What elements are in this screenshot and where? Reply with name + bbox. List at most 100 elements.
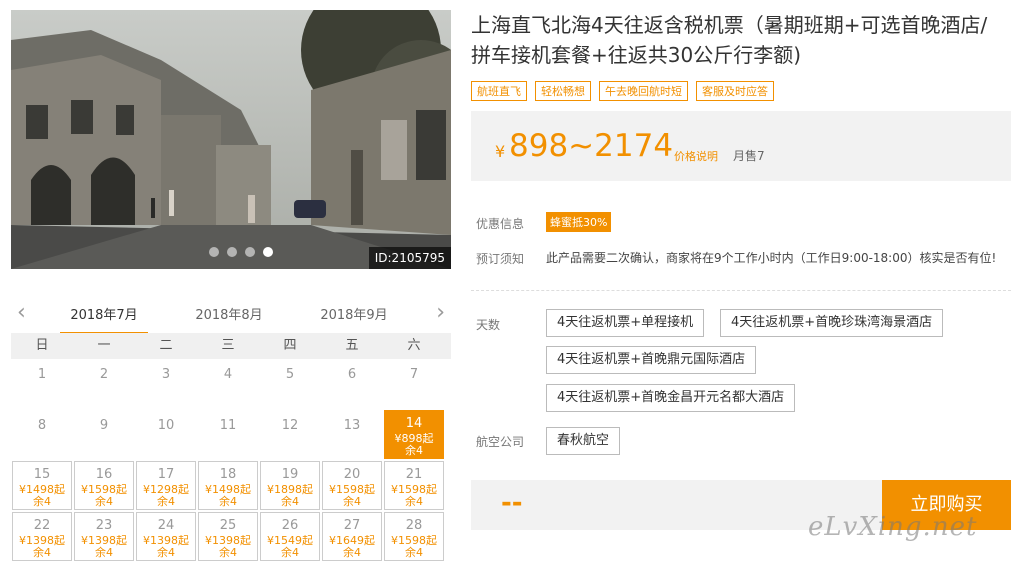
- day-number: 22: [33, 518, 51, 533]
- day-number: 7: [409, 367, 419, 382]
- chevron-right-icon[interactable]: ›: [436, 300, 445, 325]
- calendar: 日 一 二 三 四 五 六 1 2 3 4 5 6 7 8 9 10 11 12…: [11, 333, 451, 563]
- package-option[interactable]: 4天往返机票+首晚鼎元国际酒店: [546, 346, 757, 374]
- day-number: 3: [161, 367, 171, 382]
- weekday-label: 三: [221, 338, 235, 353]
- calendar-day: 1: [11, 359, 73, 410]
- calendar-day-available[interactable]: 25 ¥1398起 余4: [198, 512, 258, 561]
- day-remaining: 余4: [95, 495, 113, 508]
- calendar-day-available[interactable]: 28 ¥1598起 余4: [384, 512, 444, 561]
- tab-month-august[interactable]: 2018年8月: [183, 304, 275, 323]
- calendar-day: 13: [321, 410, 383, 461]
- currency-symbol: ¥: [495, 142, 506, 161]
- calendar-day-available[interactable]: 24 ¥1398起 余4: [136, 512, 196, 561]
- weekday-label: 四: [283, 338, 297, 353]
- day-remaining: 余4: [281, 495, 299, 508]
- day-number: 21: [405, 467, 423, 482]
- calendar-day: 2: [73, 359, 135, 410]
- package-option[interactable]: 4天往返机票+首晚珍珠湾海景酒店: [720, 309, 944, 337]
- image-id-label: ID:2105795: [368, 247, 451, 269]
- day-number: 11: [219, 418, 237, 433]
- day-remaining: 余4: [405, 444, 423, 457]
- calendar-day: 11: [197, 410, 259, 461]
- calendar-day: 9: [73, 410, 135, 461]
- day-number: 4: [223, 367, 233, 382]
- hero-image[interactable]: ID:2105795: [11, 10, 451, 269]
- calendar-week: 15 ¥1498起 余4 16 ¥1598起 余4 17 ¥1298起 余4 18 ¥1498…: [11, 461, 451, 512]
- package-option[interactable]: 4天往返机票+单程接机: [546, 309, 705, 337]
- calendar-day-available[interactable]: 22 ¥1398起 余4: [12, 512, 72, 561]
- feature-tag: 午去晚回航时短: [599, 81, 688, 101]
- divider: [471, 290, 1011, 291]
- calendar-day-available[interactable]: 26 ¥1549起 余4: [260, 512, 320, 561]
- day-remaining: 余4: [157, 546, 175, 559]
- day-number: 6: [347, 367, 357, 382]
- day-number: 24: [157, 518, 175, 533]
- tab-month-september[interactable]: 2018年9月: [308, 304, 400, 323]
- booking-notice: 此产品需要二次确认，商家将在9个工作小时内（工作日9:00-18:00）核实是否…: [546, 251, 997, 265]
- feature-tag: 轻松畅想: [535, 81, 591, 101]
- day-number: 1: [37, 367, 47, 382]
- calendar-day-available[interactable]: 27 ¥1649起 余4: [322, 512, 382, 561]
- day-remaining: 余4: [95, 546, 113, 559]
- feature-tags: 航班直飞 轻松畅想 午去晚回航时短 客服及时应答: [471, 81, 774, 101]
- price-panel: ¥ 898~2174 价格说明 月售7: [471, 111, 1011, 181]
- weekday-label: 二: [159, 338, 173, 353]
- package-option[interactable]: 4天往返机票+首晚金昌开元名都大酒店: [546, 384, 796, 412]
- monthly-sales: 月售7: [733, 149, 765, 163]
- day-remaining: 余4: [405, 546, 423, 559]
- calendar-day-available[interactable]: 20 ¥1598起 余4: [322, 461, 382, 510]
- day-number: 18: [219, 467, 237, 482]
- day-number: 2: [99, 367, 109, 382]
- weekday-label: 日: [35, 338, 49, 353]
- promo-label: 优惠信息: [476, 217, 525, 231]
- calendar-day-selected[interactable]: 14 ¥898起 余4: [384, 410, 444, 459]
- tab-month-july[interactable]: 2018年7月: [58, 304, 150, 335]
- day-number: 15: [33, 467, 51, 482]
- day-remaining: 余4: [219, 495, 237, 508]
- calendar-day-available[interactable]: 23 ¥1398起 余4: [74, 512, 134, 561]
- carousel-dot[interactable]: [245, 247, 255, 257]
- day-number: 17: [157, 467, 175, 482]
- chevron-left-icon[interactable]: ‹: [17, 300, 26, 325]
- airline-option[interactable]: 春秋航空: [546, 427, 621, 455]
- feature-tag: 航班直飞: [471, 81, 527, 101]
- calendar-day: 7: [383, 359, 445, 410]
- calendar-day: 5: [259, 359, 321, 410]
- calendar-day-available[interactable]: 16 ¥1598起 余4: [74, 461, 134, 510]
- calendar-day: 3: [135, 359, 197, 410]
- calendar-day-available[interactable]: 18 ¥1498起 余4: [198, 461, 258, 510]
- calendar-day: 12: [259, 410, 321, 461]
- day-remaining: 余4: [33, 495, 51, 508]
- weekday-label: 五: [345, 338, 359, 353]
- day-remaining: 余4: [219, 546, 237, 559]
- day-number: 13: [343, 418, 361, 433]
- weekday-header: 日 一 二 三 四 五 六: [11, 333, 451, 359]
- day-number: 5: [285, 367, 295, 382]
- day-number: 25: [219, 518, 237, 533]
- total-price: --: [501, 488, 523, 518]
- day-number: 26: [281, 518, 299, 533]
- day-number: 16: [95, 467, 113, 482]
- calendar-day-available[interactable]: 17 ¥1298起 余4: [136, 461, 196, 510]
- day-remaining: 余4: [281, 546, 299, 559]
- day-number: 28: [405, 518, 423, 533]
- day-number: 27: [343, 518, 361, 533]
- day-number: 8: [37, 418, 47, 433]
- day-number: 10: [157, 418, 175, 433]
- watermark-logo: eLvXing.net: [808, 512, 978, 542]
- calendar-day-available[interactable]: 21 ¥1598起 余4: [384, 461, 444, 510]
- carousel-dot[interactable]: [227, 247, 237, 257]
- calendar-day: 10: [135, 410, 197, 461]
- weekday-label: 六: [407, 338, 421, 353]
- calendar-day: 6: [321, 359, 383, 410]
- calendar-day-available[interactable]: 19 ¥1898起 余4: [260, 461, 320, 510]
- calendar-week: 22 ¥1398起 余4 23 ¥1398起 余4 24 ¥1398起 余4 25 ¥1398…: [11, 512, 451, 563]
- days-label: 天数: [476, 318, 501, 332]
- calendar-week: 1 2 3 4 5 6 7: [11, 359, 451, 410]
- calendar-day-available[interactable]: 15 ¥1498起 余4: [12, 461, 72, 510]
- price-explanation-link[interactable]: 价格说明: [674, 148, 718, 164]
- carousel-dot[interactable]: [209, 247, 219, 257]
- carousel-dot-active[interactable]: [263, 247, 273, 257]
- calendar-week: 8 9 10 11 12 13 14 ¥898起 余4: [11, 410, 451, 461]
